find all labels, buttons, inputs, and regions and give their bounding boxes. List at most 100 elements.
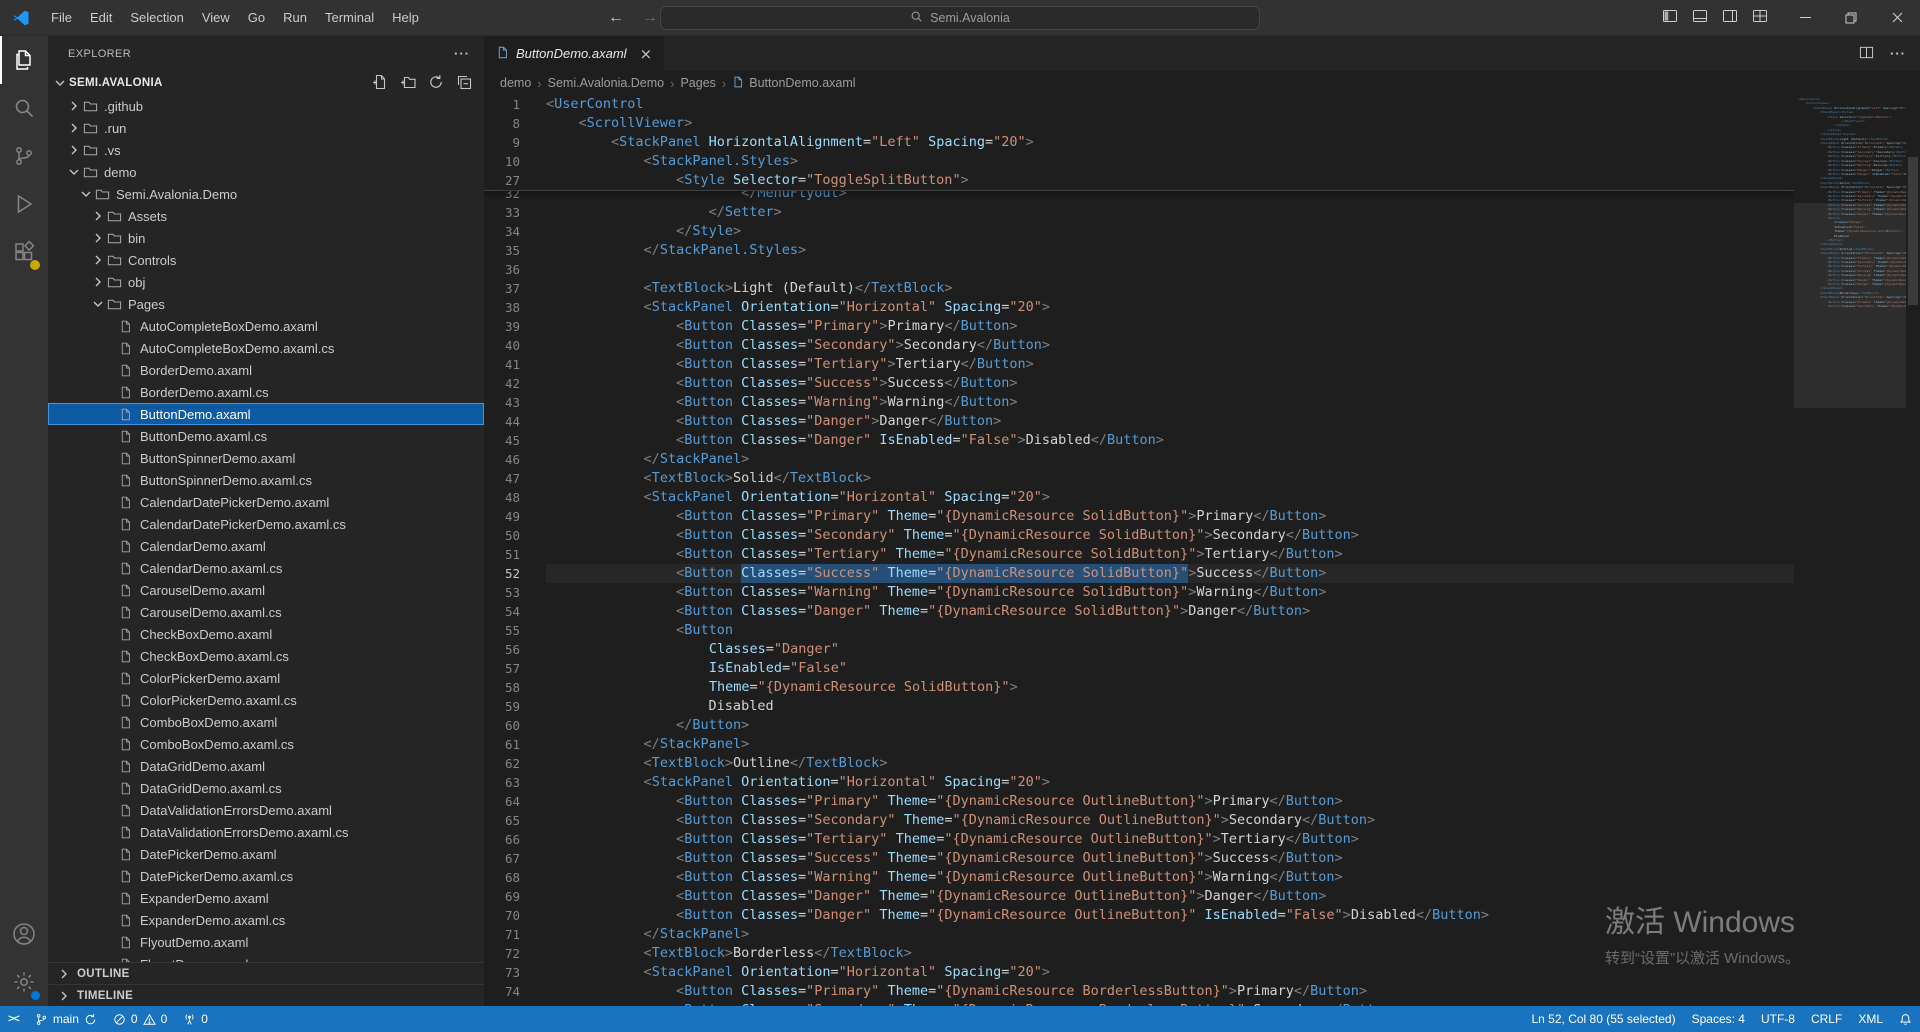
collapse-all-icon[interactable] bbox=[456, 74, 472, 93]
menu-help[interactable]: Help bbox=[383, 0, 428, 36]
toggle-secondary-sidebar-icon[interactable] bbox=[1722, 8, 1738, 27]
tree-item-ButtonDemo.axaml[interactable]: ButtonDemo.axaml bbox=[48, 403, 484, 425]
code-line-37[interactable]: 37 <TextBlock>Light (Default)</TextBlock… bbox=[484, 279, 1794, 298]
tree-item-BorderDemo.axaml[interactable]: BorderDemo.axaml bbox=[48, 359, 484, 381]
minimize-button[interactable] bbox=[1782, 0, 1828, 35]
code-line-59[interactable]: 59 Disabled bbox=[484, 697, 1794, 716]
breadcrumb[interactable]: demo›Semi.Avalonia.Demo›Pages›ButtonDemo… bbox=[484, 71, 1920, 95]
breadcrumb-item[interactable]: Semi.Avalonia.Demo bbox=[548, 76, 665, 90]
remote-indicator[interactable]: >< bbox=[0, 1006, 27, 1032]
toggle-panel-icon[interactable] bbox=[1692, 8, 1708, 27]
code-line-40[interactable]: 40 <Button Classes="Secondary">Secondary… bbox=[484, 336, 1794, 355]
code-line-44[interactable]: 44 <Button Classes="Danger">Danger</Butt… bbox=[484, 412, 1794, 431]
code-line-64[interactable]: 64 <Button Classes="Primary" Theme="{Dyn… bbox=[484, 792, 1794, 811]
eol-indicator[interactable]: CRLF bbox=[1803, 1006, 1850, 1032]
forward-arrow-icon[interactable]: → bbox=[642, 9, 658, 27]
tree-item-ButtonDemo.axaml.cs[interactable]: ButtonDemo.axaml.cs bbox=[48, 425, 484, 447]
code-line-62[interactable]: 62 <TextBlock>Outline</TextBlock> bbox=[484, 754, 1794, 773]
new-folder-icon[interactable] bbox=[400, 74, 416, 93]
language-indicator[interactable]: XML bbox=[1850, 1006, 1891, 1032]
tab-buttondemo[interactable]: ButtonDemo.axaml × bbox=[484, 36, 664, 71]
code-line-70[interactable]: 70 <Button Classes="Danger" Theme="{Dyna… bbox=[484, 906, 1794, 925]
tree-item-CalendarDemo.axaml.cs[interactable]: CalendarDemo.axaml.cs bbox=[48, 557, 484, 579]
tree-item-DatePickerDemo.axaml.cs[interactable]: DatePickerDemo.axaml.cs bbox=[48, 865, 484, 887]
tree-item-FlyoutDemo.axaml[interactable]: FlyoutDemo.axaml bbox=[48, 931, 484, 953]
breadcrumb-item[interactable]: demo bbox=[500, 76, 531, 90]
run-debug-activity-icon[interactable] bbox=[0, 180, 48, 228]
code-line-63[interactable]: 63 <StackPanel Orientation="Horizontal" … bbox=[484, 773, 1794, 792]
code-line-43[interactable]: 43 <Button Classes="Warning">Warning</Bu… bbox=[484, 393, 1794, 412]
close-button[interactable] bbox=[1874, 0, 1920, 35]
customize-layout-icon[interactable] bbox=[1752, 8, 1768, 27]
menu-file[interactable]: File bbox=[42, 0, 81, 36]
problems-indicator[interactable]: 0 0 bbox=[105, 1006, 175, 1032]
code-line-46[interactable]: 46 </StackPanel> bbox=[484, 450, 1794, 469]
tree-item-CalendarDatePickerDemo.axaml.cs[interactable]: CalendarDatePickerDemo.axaml.cs bbox=[48, 513, 484, 535]
tree-item-AutoCompleteBoxDemo.axaml.cs[interactable]: AutoCompleteBoxDemo.axaml.cs bbox=[48, 337, 484, 359]
command-center-search[interactable]: Semi.Avalonia bbox=[660, 6, 1260, 30]
code-line-60[interactable]: 60 </Button> bbox=[484, 716, 1794, 735]
sticky-line-1[interactable]: 1<UserControl bbox=[484, 95, 1794, 114]
menu-edit[interactable]: Edit bbox=[81, 0, 121, 36]
menu-view[interactable]: View bbox=[193, 0, 239, 36]
account-icon[interactable] bbox=[0, 910, 48, 958]
tree-item-.github[interactable]: .github bbox=[48, 95, 484, 117]
code-line-38[interactable]: 38 <StackPanel Orientation="Horizontal" … bbox=[484, 298, 1794, 317]
settings-gear-icon[interactable] bbox=[0, 958, 48, 1006]
code-line-55[interactable]: 55 <Button bbox=[484, 621, 1794, 640]
outline-section[interactable]: OUTLINE bbox=[48, 962, 484, 984]
tree-item-ButtonSpinnerDemo.axaml.cs[interactable]: ButtonSpinnerDemo.axaml.cs bbox=[48, 469, 484, 491]
code-line-57[interactable]: 57 IsEnabled="False" bbox=[484, 659, 1794, 678]
ports-indicator[interactable]: 0 bbox=[175, 1006, 216, 1032]
tab-close-icon[interactable]: × bbox=[640, 45, 653, 63]
tree-item-CalendarDemo.axaml[interactable]: CalendarDemo.axaml bbox=[48, 535, 484, 557]
menu-go[interactable]: Go bbox=[239, 0, 274, 36]
notifications-bell-icon[interactable] bbox=[1891, 1006, 1920, 1032]
code-line-58[interactable]: 58 Theme="{DynamicResource SolidButton}"… bbox=[484, 678, 1794, 697]
code-line-41[interactable]: 41 <Button Classes="Tertiary">Tertiary</… bbox=[484, 355, 1794, 374]
code-editor[interactable]: 32 </MenuFlyout>33 </Setter>34 </Style>3… bbox=[484, 95, 1794, 1006]
tree-item-Pages[interactable]: Pages bbox=[48, 293, 484, 315]
tree-item-bin[interactable]: bin bbox=[48, 227, 484, 249]
tree-item-ButtonSpinnerDemo.axaml[interactable]: ButtonSpinnerDemo.axaml bbox=[48, 447, 484, 469]
code-line-53[interactable]: 53 <Button Classes="Warning" Theme="{Dyn… bbox=[484, 583, 1794, 602]
tree-item-CalendarDatePickerDemo.axaml[interactable]: CalendarDatePickerDemo.axaml bbox=[48, 491, 484, 513]
code-line-66[interactable]: 66 <Button Classes="Tertiary" Theme="{Dy… bbox=[484, 830, 1794, 849]
restore-button[interactable] bbox=[1828, 0, 1874, 35]
code-line-47[interactable]: 47 <TextBlock>Solid</TextBlock> bbox=[484, 469, 1794, 488]
menu-selection[interactable]: Selection bbox=[121, 0, 192, 36]
tree-item-CheckBoxDemo.axaml.cs[interactable]: CheckBoxDemo.axaml.cs bbox=[48, 645, 484, 667]
tree-item-DataValidationErrorsDemo.axaml.cs[interactable]: DataValidationErrorsDemo.axaml.cs bbox=[48, 821, 484, 843]
code-line-51[interactable]: 51 <Button Classes="Tertiary" Theme="{Dy… bbox=[484, 545, 1794, 564]
tree-item-ComboBoxDemo.axaml[interactable]: ComboBoxDemo.axaml bbox=[48, 711, 484, 733]
new-file-icon[interactable] bbox=[372, 74, 388, 93]
editor-scrollbar[interactable] bbox=[1906, 95, 1920, 1006]
breadcrumb-item[interactable]: ButtonDemo.axaml bbox=[732, 76, 855, 91]
scrollbar-thumb[interactable] bbox=[1908, 157, 1918, 305]
code-line-71[interactable]: 71 </StackPanel> bbox=[484, 925, 1794, 944]
tree-item-Semi.Avalonia.Demo[interactable]: Semi.Avalonia.Demo bbox=[48, 183, 484, 205]
code-line-61[interactable]: 61 </StackPanel> bbox=[484, 735, 1794, 754]
extensions-activity-icon[interactable] bbox=[0, 228, 48, 276]
search-activity-icon[interactable] bbox=[0, 84, 48, 132]
tree-item-DataGridDemo.axaml.cs[interactable]: DataGridDemo.axaml.cs bbox=[48, 777, 484, 799]
editor-more-actions-icon[interactable]: ··· bbox=[1890, 46, 1906, 61]
code-line-35[interactable]: 35 </StackPanel.Styles> bbox=[484, 241, 1794, 260]
code-line-42[interactable]: 42 <Button Classes="Success">Success</Bu… bbox=[484, 374, 1794, 393]
explorer-activity-icon[interactable] bbox=[0, 36, 48, 84]
timeline-section[interactable]: TIMELINE bbox=[48, 984, 484, 1006]
refresh-icon[interactable] bbox=[428, 74, 444, 93]
code-line-74[interactable]: 74 <Button Classes="Primary" Theme="{Dyn… bbox=[484, 982, 1794, 1001]
sticky-line-9[interactable]: 9 <StackPanel HorizontalAlignment="Left"… bbox=[484, 133, 1794, 152]
code-line-67[interactable]: 67 <Button Classes="Success" Theme="{Dyn… bbox=[484, 849, 1794, 868]
tree-item-BorderDemo.axaml.cs[interactable]: BorderDemo.axaml.cs bbox=[48, 381, 484, 403]
tree-item-FlyoutDemo.axaml.cs[interactable]: FlyoutDemo.axaml.cs bbox=[48, 953, 484, 962]
minimap[interactable]: <UserControl <ScrollViewer> <StackPanel … bbox=[1794, 95, 1906, 1006]
split-editor-icon[interactable] bbox=[1859, 45, 1874, 63]
code-line-39[interactable]: 39 <Button Classes="Primary">Primary</Bu… bbox=[484, 317, 1794, 336]
code-line-36[interactable]: 36 bbox=[484, 260, 1794, 279]
code-line-48[interactable]: 48 <StackPanel Orientation="Horizontal" … bbox=[484, 488, 1794, 507]
explorer-more-actions-icon[interactable]: ··· bbox=[454, 46, 470, 61]
tree-item-DataValidationErrorsDemo.axaml[interactable]: DataValidationErrorsDemo.axaml bbox=[48, 799, 484, 821]
code-line-34[interactable]: 34 </Style> bbox=[484, 222, 1794, 241]
